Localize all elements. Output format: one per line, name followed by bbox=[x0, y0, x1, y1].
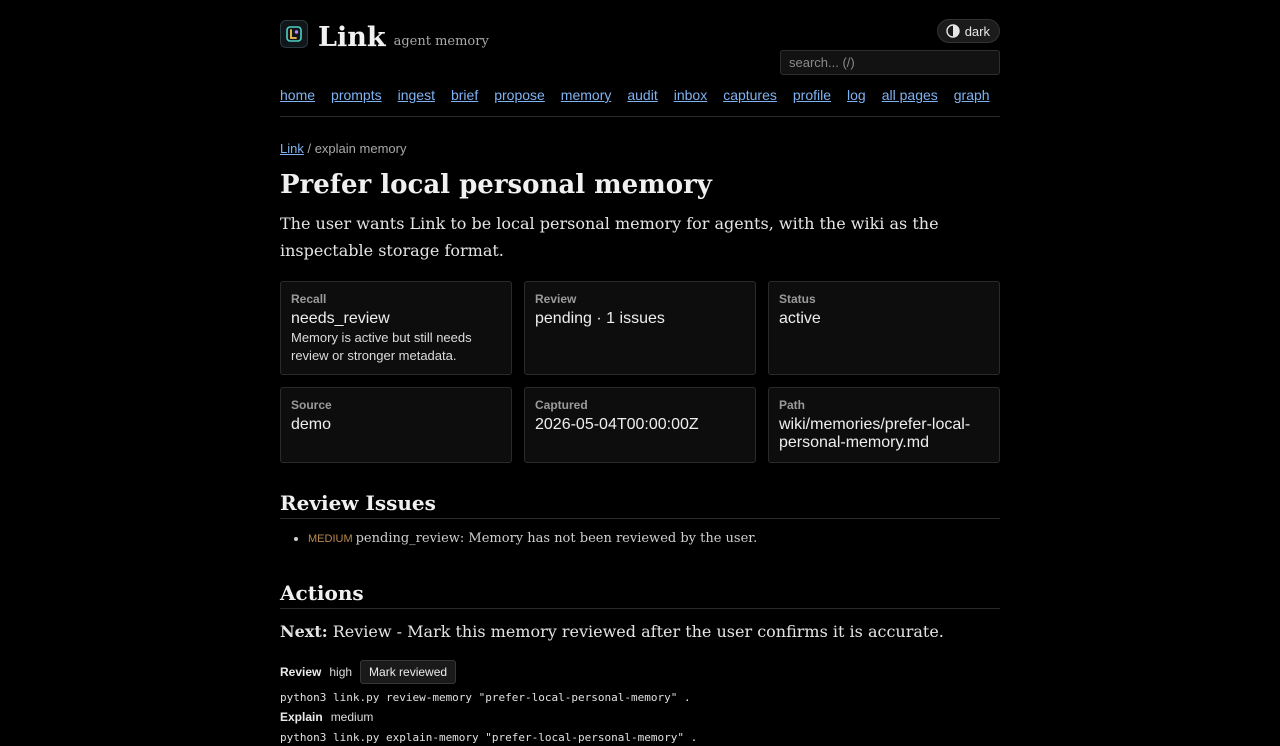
action-name: Review bbox=[280, 665, 322, 679]
actions-heading: Actions bbox=[280, 581, 1000, 609]
nav-propose[interactable]: propose bbox=[494, 87, 545, 103]
card-source: Source demo bbox=[280, 387, 512, 463]
next-text: Review - Mark this memory reviewed after… bbox=[332, 622, 944, 641]
main-nav: home prompts ingest brief propose memory… bbox=[280, 87, 990, 103]
brand[interactable]: Link agent memory bbox=[280, 20, 489, 52]
list-item: MEDIUMpending_review: Memory has not bee… bbox=[308, 529, 1000, 549]
card-value: wiki/memories/prefer-local-personal-memo… bbox=[779, 416, 971, 451]
brand-tagline: agent memory bbox=[393, 34, 489, 49]
brand-name: Link bbox=[318, 22, 386, 53]
card-value: active bbox=[779, 310, 821, 327]
next-label: Next: bbox=[280, 622, 328, 641]
theme-toggle-button[interactable]: dark bbox=[936, 19, 1000, 43]
review-issues-heading: Review Issues bbox=[280, 491, 1000, 519]
severity-badge: MEDIUM bbox=[308, 533, 353, 545]
card-value: 2026-05-04T00:00:00Z bbox=[535, 416, 699, 433]
card-label: Review bbox=[535, 292, 577, 306]
card-label: Captured bbox=[535, 398, 588, 412]
issue-text: pending_review: Memory has not been revi… bbox=[355, 531, 758, 546]
nav-prompts[interactable]: prompts bbox=[331, 87, 382, 103]
breadcrumb-current: explain memory bbox=[314, 141, 407, 156]
page-title: Prefer local personal memory bbox=[280, 170, 712, 200]
nav-graph[interactable]: graph bbox=[954, 87, 990, 103]
action-name: Explain bbox=[280, 710, 323, 724]
card-recall: Recall needs_review Memory is active but… bbox=[280, 281, 512, 375]
nav-captures[interactable]: captures bbox=[723, 87, 777, 103]
review-issues-list: MEDIUMpending_review: Memory has not bee… bbox=[280, 529, 1000, 549]
card-label: Path bbox=[779, 398, 806, 412]
card-label: Recall bbox=[291, 292, 327, 306]
card-review: Review pending · 1 issues bbox=[524, 281, 756, 375]
card-note: Memory is active but still needs review … bbox=[291, 330, 472, 363]
page: Link agent memory dark home prompts inge… bbox=[280, 0, 1000, 746]
nav-memory[interactable]: memory bbox=[561, 87, 612, 103]
card-value: needs_review bbox=[291, 310, 390, 327]
link-logo-icon bbox=[280, 20, 308, 48]
card-label: Status bbox=[779, 292, 816, 306]
card-captured: Captured 2026-05-04T00:00:00Z bbox=[524, 387, 756, 463]
nav-inbox[interactable]: inbox bbox=[674, 87, 707, 103]
card-value: demo bbox=[291, 416, 332, 433]
nav-all-pages[interactable]: all pages bbox=[882, 87, 938, 103]
theme-toggle-label: dark bbox=[964, 23, 990, 39]
action-command[interactable]: python3 link.py review-memory "prefer-lo… bbox=[280, 690, 1000, 706]
memory-details-grid: Recall needs_review Memory is active but… bbox=[280, 281, 1000, 463]
mark-reviewed-button[interactable]: Mark reviewed bbox=[360, 660, 457, 684]
nav-ingest[interactable]: ingest bbox=[398, 87, 435, 103]
action-review: Review high Mark reviewed bbox=[280, 660, 1000, 684]
nav-log[interactable]: log bbox=[847, 87, 866, 103]
card-value: pending · 1 issues bbox=[535, 310, 665, 327]
nav-brief[interactable]: brief bbox=[451, 87, 478, 103]
nav-home[interactable]: home bbox=[280, 87, 315, 103]
nav-audit[interactable]: audit bbox=[627, 87, 657, 103]
breadcrumb-root-link[interactable]: Link bbox=[280, 141, 304, 156]
site-header: Link agent memory dark home prompts inge… bbox=[280, 0, 1000, 117]
memory-summary: The user wants Link to be local personal… bbox=[280, 214, 939, 260]
action-priority: medium bbox=[330, 710, 374, 724]
next-action: Next: Review - Mark this memory reviewed… bbox=[280, 622, 1000, 642]
nav-profile[interactable]: profile bbox=[793, 87, 831, 103]
card-label: Source bbox=[291, 398, 332, 412]
action-priority: high bbox=[329, 665, 353, 679]
card-path: Path wiki/memories/prefer-local-personal… bbox=[768, 387, 1000, 463]
card-status: Status active bbox=[768, 281, 1000, 375]
half-circle-icon bbox=[946, 24, 960, 38]
search-input[interactable] bbox=[780, 50, 1000, 75]
action-command[interactable]: python3 link.py explain-memory "prefer-l… bbox=[280, 730, 1000, 746]
breadcrumb-separator: / bbox=[303, 141, 315, 156]
breadcrumb: Link / explain memory bbox=[280, 141, 1000, 156]
action-explain: Explain medium bbox=[280, 710, 1000, 724]
